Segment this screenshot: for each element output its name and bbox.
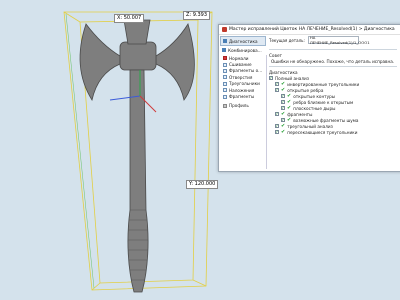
diagnostic-check-label: возможные фрагменты шума	[293, 117, 359, 123]
diagnostic-check-label: открытые контуры	[293, 93, 336, 99]
checkbox-checked-icon[interactable]: ✓	[281, 100, 285, 104]
dimension-x-label: X: 50.007	[114, 14, 145, 23]
square-icon	[223, 75, 227, 80]
wizard-nav: Нормали Сшивание Фрагменты о... Отверсти…	[220, 55, 267, 169]
checkbox-checked-icon[interactable]: ✓	[275, 130, 279, 134]
diagnostic-check-label: фрагменты	[287, 111, 313, 117]
diagnostics-panel: Совет Ошибки не обнаружено. Похоже, что …	[269, 47, 397, 167]
nav-item-profile[interactable]: Профиль	[220, 103, 266, 109]
diagnostic-check-label: плоскостные дыры	[293, 105, 336, 111]
diagnostic-check-label: пересекающиеся треугольники	[287, 129, 358, 135]
square-icon	[223, 68, 227, 73]
status-ok-icon: ✔	[281, 111, 286, 117]
checkbox-checked-icon[interactable]: ✓	[275, 124, 279, 128]
current-part-field: Текущая деталь: НА ЛЕЧЕНИЕ_Resolved(1)/1…	[269, 35, 370, 45]
diagnostic-check-label: ребра близкие к открытым	[293, 99, 354, 105]
current-part-label: Текущая деталь:	[269, 37, 305, 43]
square-icon	[223, 88, 227, 93]
nav-item-shells[interactable]: Фрагменты	[220, 93, 266, 99]
diagnostic-check-label: треугольный анализ	[287, 123, 333, 129]
square-icon	[223, 94, 227, 99]
combine-icon	[222, 48, 226, 52]
diagnostic-check-label: инвертированные треугольники	[287, 81, 360, 87]
advice-text: Ошибки не обнаружено. Похоже, что деталь…	[271, 58, 395, 64]
divider	[269, 66, 397, 67]
diagnostic-checks-list: ✓ ✔ инвертированные треугольники ✓ ✔ открытые…	[269, 81, 397, 135]
status-ok-icon: ✔	[281, 87, 286, 93]
divider	[269, 49, 397, 50]
dimension-z-label: Z: 9.393	[183, 11, 211, 20]
tab-strip: Диагностика Комбинирова...	[220, 36, 266, 54]
square-icon	[223, 81, 227, 86]
red-square-icon	[223, 56, 227, 61]
current-part-value[interactable]: НА ЛЕЧЕНИЕ_Resolved(1)/1_OOO1	[307, 35, 370, 45]
fixing-wizard-dialog: Мастер исправлений Цветок НА ЛЕЧЕНИЕ_Res…	[218, 24, 400, 172]
diagnostics-icon	[223, 39, 227, 43]
app-icon	[222, 27, 227, 32]
axe-model	[79, 19, 195, 293]
checkbox-checked-icon: ✓	[269, 75, 273, 81]
checkbox-checked-icon[interactable]: ✓	[275, 88, 279, 92]
dimension-y-label: Y: 120.000	[186, 180, 219, 189]
status-ok-icon: ✔	[287, 105, 292, 111]
gray-square-icon	[223, 103, 227, 108]
diagnostic-check-row[interactable]: ✓ ✔ пересекающиеся треугольники	[269, 129, 397, 135]
checkbox-checked-icon[interactable]: ✓	[275, 82, 279, 86]
dialog-title: Мастер исправлений Цветок НА ЛЕЧЕНИЕ_Res…	[229, 27, 395, 32]
dialog-titlebar[interactable]: Мастер исправлений Цветок НА ЛЕЧЕНИЕ_Res…	[219, 25, 400, 35]
checkbox-checked-icon[interactable]: ✓	[281, 94, 285, 98]
tab-combine[interactable]: Комбинирова...	[220, 46, 266, 54]
checkbox-checked-icon[interactable]: ✓	[275, 112, 279, 116]
checkbox-checked-icon[interactable]: ✓	[281, 106, 285, 110]
tab-diagnostics[interactable]: Диагностика	[220, 36, 266, 46]
status-ok-icon: ✔	[287, 117, 292, 123]
square-icon	[223, 62, 227, 67]
checkbox-checked-icon[interactable]: ✓	[281, 118, 285, 122]
status-ok-icon: ✔	[281, 129, 286, 135]
diagnostic-check-label: открытые ребра	[287, 87, 324, 93]
